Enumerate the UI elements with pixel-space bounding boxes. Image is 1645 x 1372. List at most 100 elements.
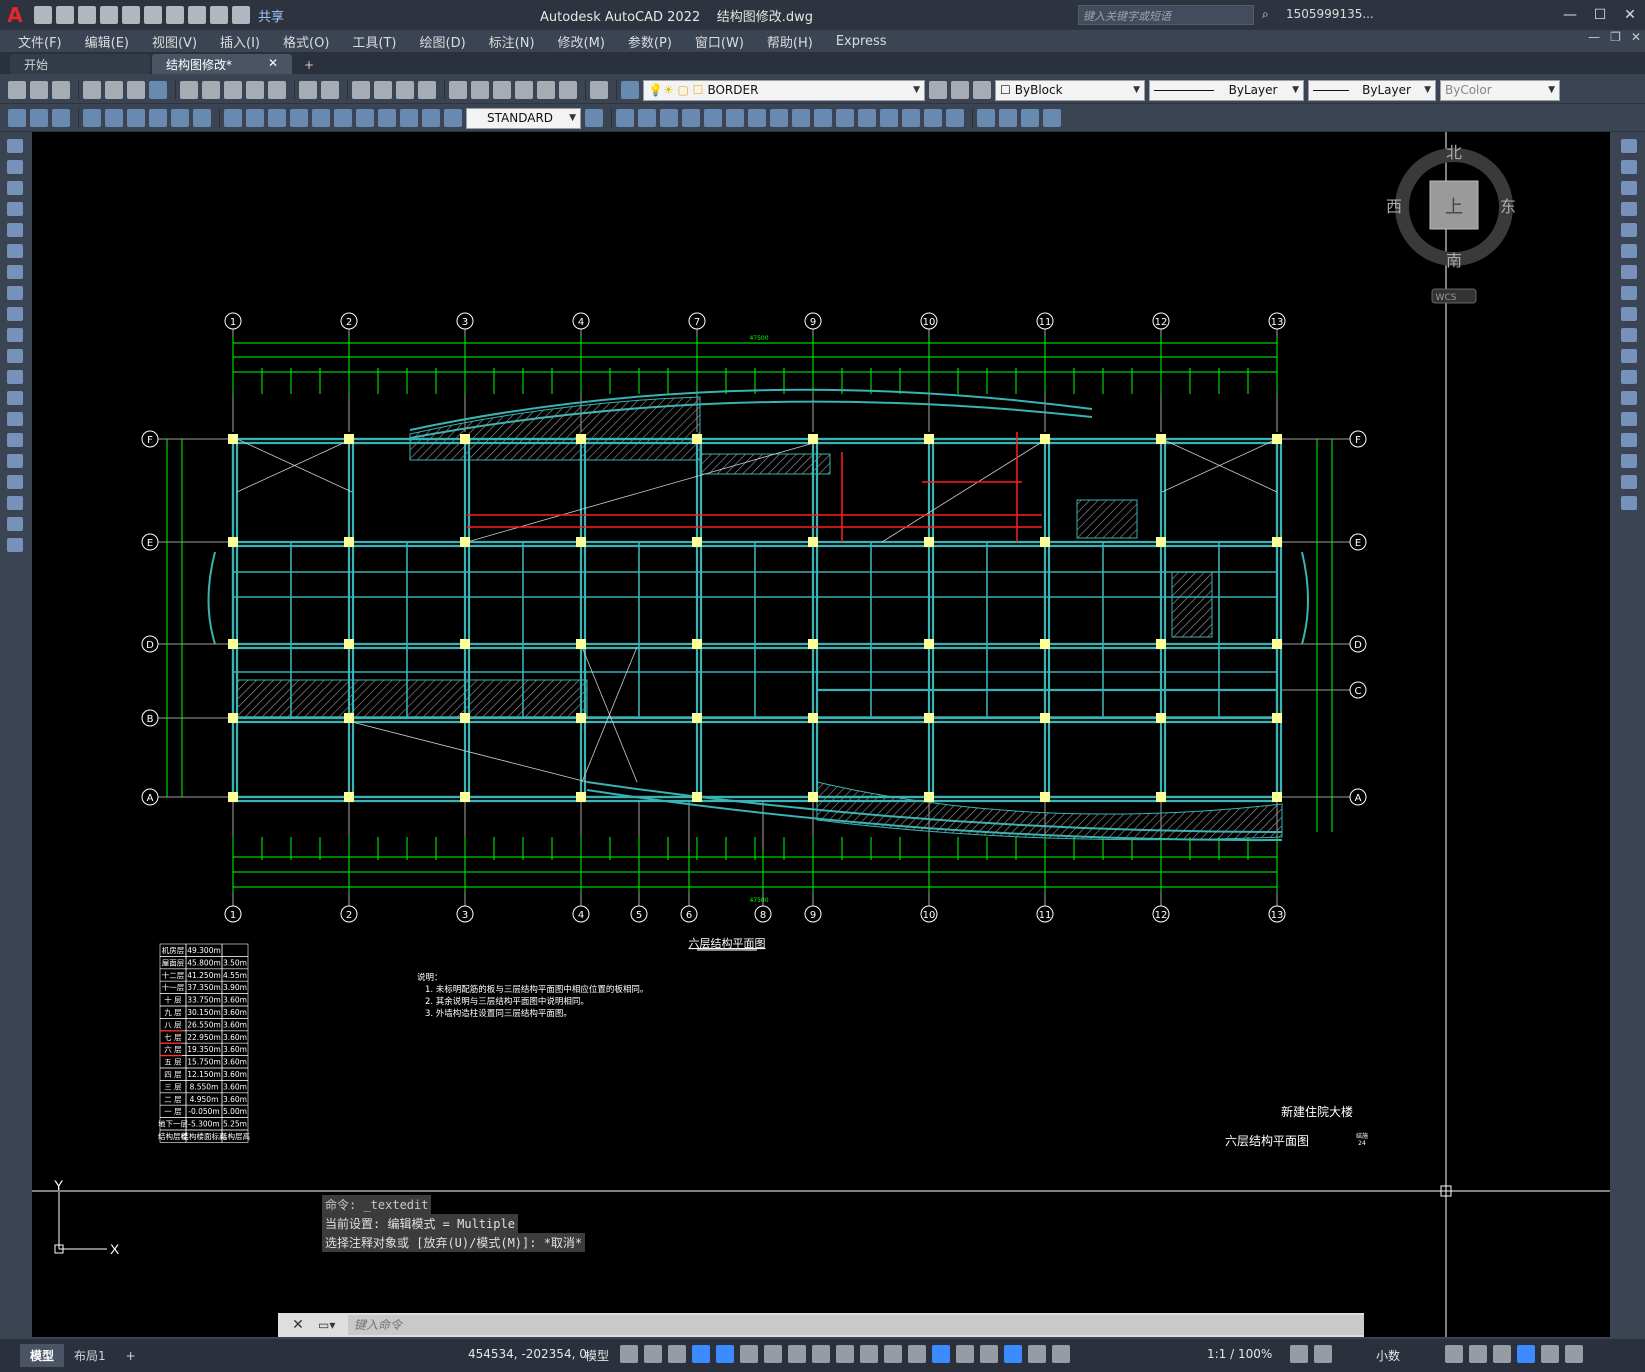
copy-icon[interactable] bbox=[202, 81, 220, 99]
arc-icon[interactable] bbox=[7, 244, 23, 258]
construction-line-icon[interactable] bbox=[7, 160, 23, 174]
insert-block-icon[interactable] bbox=[7, 370, 23, 384]
linetype-dropdown[interactable]: ByLayer ▼ bbox=[1149, 79, 1304, 101]
layer-properties-icon[interactable] bbox=[621, 81, 639, 99]
erase-icon[interactable] bbox=[1620, 139, 1637, 153]
dynamic-ucs-icon[interactable] bbox=[932, 1345, 950, 1363]
ellipse-arc-icon[interactable] bbox=[7, 349, 23, 363]
join-icon[interactable] bbox=[880, 109, 898, 127]
viewcube[interactable]: 上 北 南 西 东 WCS bbox=[1386, 143, 1516, 304]
3d-print-icon[interactable] bbox=[149, 81, 167, 99]
redo-icon[interactable] bbox=[321, 81, 339, 99]
mirror-icon[interactable] bbox=[1620, 181, 1637, 195]
new-icon[interactable] bbox=[34, 6, 52, 24]
menu-parameters[interactable]: 参数(P) bbox=[628, 32, 672, 51]
line-icon[interactable] bbox=[7, 139, 23, 153]
mdi-restore-button[interactable]: ❐ bbox=[1610, 30, 1621, 44]
tool-palettes-icon[interactable] bbox=[493, 81, 511, 99]
annotation-monitor-icon[interactable] bbox=[1314, 1345, 1332, 1363]
annotation-scale-icon[interactable] bbox=[1052, 1345, 1070, 1363]
polygon-icon[interactable] bbox=[7, 202, 23, 216]
tab-layout1[interactable]: 布局1 bbox=[64, 1344, 116, 1367]
plot-icon[interactable] bbox=[166, 6, 184, 24]
maximize-button[interactable]: ☐ bbox=[1585, 0, 1615, 30]
dim-style-dropdown[interactable]: STANDARD ▼ bbox=[466, 107, 581, 129]
chamfer-icon[interactable] bbox=[902, 109, 920, 127]
3d-osnap-icon[interactable] bbox=[908, 1345, 926, 1363]
extend-icon[interactable] bbox=[1620, 349, 1637, 363]
stretch-icon[interactable] bbox=[792, 109, 810, 127]
object-snap-tracking-icon[interactable] bbox=[788, 1345, 806, 1363]
attach-icon[interactable] bbox=[1021, 109, 1039, 127]
cut-icon[interactable] bbox=[180, 81, 198, 99]
region-icon[interactable] bbox=[7, 475, 23, 489]
layer-dropdown[interactable]: 💡☀ ▢ ☐ BORDER ▼ bbox=[643, 79, 925, 101]
model-space-canvas[interactable]: 1 2 3 4 7 9 10 11 12 13 1 2 3 4 5 6 8 9 10 11 12 13 F E D B A F E D C A… bbox=[32, 132, 1610, 1337]
infer-constraints-icon[interactable] bbox=[668, 1345, 686, 1363]
angular-dim-icon[interactable] bbox=[171, 109, 189, 127]
coordinates-readout[interactable]: 454534, -202354, 0 bbox=[468, 1347, 587, 1361]
qnew-icon[interactable] bbox=[8, 81, 26, 99]
baseline-dim-icon[interactable] bbox=[224, 109, 242, 127]
clip-icon[interactable] bbox=[1043, 109, 1061, 127]
preview-icon[interactable] bbox=[105, 81, 123, 99]
command-prompt-icon[interactable]: ▭▾ bbox=[318, 1318, 348, 1332]
make-block-icon[interactable] bbox=[999, 109, 1017, 127]
sheet-set-icon[interactable] bbox=[515, 81, 533, 99]
plotstyle-dropdown[interactable]: ByColor ▼ bbox=[1440, 79, 1560, 101]
viewcube-north[interactable]: 北 bbox=[1446, 143, 1462, 162]
offset-icon[interactable] bbox=[1620, 202, 1637, 216]
help-icon[interactable] bbox=[590, 81, 608, 99]
paste-icon[interactable] bbox=[224, 81, 242, 99]
zoom-realtime-icon[interactable] bbox=[374, 81, 392, 99]
layer-previous-icon[interactable] bbox=[951, 81, 969, 99]
break-icon[interactable] bbox=[1620, 391, 1637, 405]
offset-icon[interactable] bbox=[682, 109, 700, 127]
zoom-previous-icon[interactable] bbox=[418, 81, 436, 99]
move-icon[interactable] bbox=[726, 109, 744, 127]
arc-length-icon[interactable] bbox=[52, 109, 70, 127]
selection-filter-icon[interactable] bbox=[956, 1345, 974, 1363]
insert-block-icon[interactable] bbox=[977, 109, 995, 127]
scale-icon[interactable] bbox=[1620, 286, 1637, 300]
share-button[interactable]: 共享 bbox=[258, 6, 284, 25]
ortho-icon[interactable] bbox=[716, 1345, 734, 1363]
selection-cycling-icon[interactable] bbox=[884, 1345, 902, 1363]
explode-icon[interactable] bbox=[1620, 496, 1637, 510]
lineweight-icon[interactable] bbox=[836, 1345, 854, 1363]
chamfer-icon[interactable] bbox=[1620, 433, 1637, 447]
blend-curves-icon[interactable] bbox=[1620, 475, 1637, 489]
dynamic-input-icon[interactable] bbox=[692, 1345, 710, 1363]
copy-icon[interactable] bbox=[1620, 160, 1637, 174]
menu-format[interactable]: 格式(O) bbox=[283, 32, 329, 51]
add-selected-icon[interactable] bbox=[7, 538, 23, 552]
rectangle-icon[interactable] bbox=[7, 223, 23, 237]
viewcube-top[interactable]: 上 bbox=[1445, 197, 1463, 218]
tolerance-icon[interactable] bbox=[312, 109, 330, 127]
add-layout-button[interactable]: + bbox=[116, 1346, 146, 1366]
mdi-minimize-button[interactable]: — bbox=[1588, 30, 1600, 44]
break-at-point-icon[interactable] bbox=[1620, 370, 1637, 384]
inspection-icon[interactable] bbox=[356, 109, 374, 127]
autocad-logo-icon[interactable]: A bbox=[0, 0, 30, 30]
transparency-icon[interactable] bbox=[860, 1345, 878, 1363]
dim-style-icon[interactable] bbox=[585, 109, 603, 127]
snap-icon[interactable] bbox=[644, 1345, 662, 1363]
menu-help[interactable]: 帮助(H) bbox=[767, 32, 813, 51]
tab-model[interactable]: 模型 bbox=[20, 1344, 65, 1367]
undo-icon[interactable] bbox=[188, 6, 206, 24]
dim-space-icon[interactable] bbox=[268, 109, 286, 127]
polyline-icon[interactable] bbox=[7, 181, 23, 195]
scale-icon[interactable] bbox=[770, 109, 788, 127]
copy-object-icon[interactable] bbox=[638, 109, 656, 127]
quick-properties-icon[interactable] bbox=[1445, 1345, 1463, 1363]
save-icon[interactable] bbox=[78, 6, 96, 24]
save-sheet-icon[interactable] bbox=[144, 6, 162, 24]
mtext-icon[interactable] bbox=[7, 517, 23, 531]
model-space-toggle[interactable]: 模型 bbox=[585, 1347, 609, 1364]
trim-icon[interactable] bbox=[814, 109, 832, 127]
menu-insert[interactable]: 插入(I) bbox=[220, 32, 260, 51]
center-mark-icon[interactable] bbox=[334, 109, 352, 127]
lineweight-dropdown[interactable]: ByLayer ▼ bbox=[1308, 79, 1436, 101]
viewcube-west[interactable]: 西 bbox=[1386, 197, 1402, 216]
